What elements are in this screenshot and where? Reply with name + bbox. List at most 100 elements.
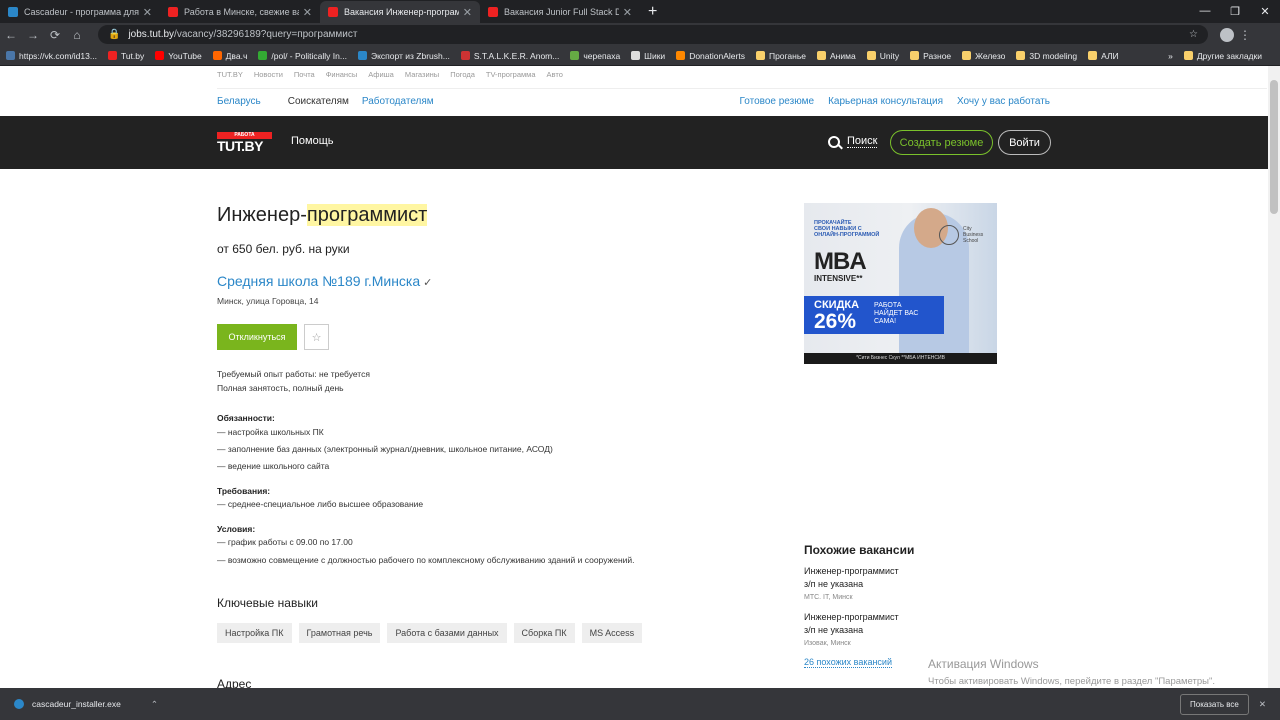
- similar-item[interactable]: Инженер-программист з/п не указана МТС. …: [804, 565, 899, 604]
- portal-nav-item[interactable]: Новости: [254, 70, 283, 79]
- similar-title[interactable]: Инженер-программист: [804, 611, 899, 624]
- scrollbar[interactable]: [1268, 66, 1280, 688]
- bookmark-item[interactable]: Разное: [910, 51, 951, 61]
- tab-close-icon[interactable]: ✕: [623, 6, 632, 19]
- show-all-button[interactable]: Показать все: [1180, 693, 1249, 715]
- verified-check-icon: ✓: [423, 277, 433, 289]
- portal-nav-item[interactable]: Авто: [547, 70, 563, 79]
- bookmark-item[interactable]: DonationAlerts: [676, 51, 745, 61]
- profile-avatar[interactable]: [1220, 27, 1234, 42]
- bookmark-item[interactable]: YouTube: [155, 51, 202, 61]
- skill-tag: Сборка ПК: [513, 623, 575, 643]
- similar-meta: МТС. IT, Минск: [804, 594, 853, 601]
- browser-tab[interactable]: Вакансия Junior Full Stack Devel ✕: [480, 1, 640, 23]
- seekers-link[interactable]: Соискателям: [288, 96, 349, 107]
- maximize-icon[interactable]: ❐: [1220, 0, 1250, 22]
- bookmark-item[interactable]: Unity: [866, 51, 899, 61]
- bookmark-item[interactable]: Экспорт из Zbrush...: [357, 51, 450, 61]
- bookmark-item[interactable]: Анима: [817, 51, 856, 61]
- home-icon[interactable]: ⌂: [66, 28, 88, 42]
- apply-button[interactable]: Откликнуться: [217, 324, 297, 350]
- portal-nav-item[interactable]: Афиша: [368, 70, 394, 79]
- portal-nav-item[interactable]: Погода: [450, 70, 475, 79]
- ad-intensive: INTENSIVE**: [814, 274, 863, 283]
- favorite-star-icon[interactable]: ☆: [304, 324, 329, 350]
- requirements-heading: Требования:: [217, 484, 270, 498]
- bookmark-item[interactable]: https://vk.com/id13...: [6, 51, 97, 61]
- ad-right-text: РАБОТА НАЙДЕТ ВАС САМА!: [874, 302, 918, 326]
- sub-nav-link[interactable]: Готовое резюме: [740, 96, 815, 107]
- sub-nav-link[interactable]: Карьерная консультация: [828, 96, 943, 107]
- menu-icon[interactable]: ⋮: [1234, 28, 1256, 42]
- similar-more-link[interactable]: 26 похожих вакансий: [804, 657, 892, 668]
- bookmark-item[interactable]: /pol/ - Politically In...: [258, 51, 347, 61]
- bookmark-item[interactable]: Два.ч: [212, 51, 247, 61]
- create-cv-button[interactable]: Создать резюме: [890, 130, 993, 155]
- bookmark-favicon-icon: [258, 51, 268, 60]
- company-link[interactable]: Средняя школа №189 г.Минска ✓: [217, 273, 432, 289]
- forward-icon[interactable]: →: [22, 28, 44, 42]
- new-tab-icon[interactable]: +: [640, 1, 665, 23]
- bookmark-item[interactable]: АЛИ: [1088, 51, 1119, 61]
- scrollbar-thumb[interactable]: [1270, 80, 1278, 214]
- tab-close-icon[interactable]: ✕: [143, 6, 152, 19]
- portal-nav-item[interactable]: TUT.BY: [217, 70, 243, 79]
- folder-icon: [962, 51, 972, 60]
- bookmark-label: черепаха: [583, 50, 621, 61]
- bookmark-item[interactable]: S.T.A.L.K.E.R. Anom...: [460, 51, 559, 61]
- portal-nav-item[interactable]: Финансы: [326, 70, 358, 79]
- search-button[interactable]: Поиск: [828, 135, 878, 148]
- close-icon[interactable]: ✕: [1259, 699, 1266, 710]
- watermark-title: Активация Windows: [928, 657, 1039, 671]
- advert-banner[interactable]: ПРОКАЧАЙТЕ СВОИ НАВЫКИ С ОНЛАЙН-ПРОГРАММ…: [804, 203, 997, 364]
- salary: от 650 бел. руб. на руки: [217, 242, 350, 256]
- portal-nav-item[interactable]: Почта: [294, 70, 315, 79]
- browser-tab[interactable]: Cascadeur - программа для phy ✕: [0, 1, 160, 23]
- bookmark-item[interactable]: Проганье: [755, 51, 806, 61]
- tab-favicon-icon: [168, 7, 178, 17]
- tab-close-icon[interactable]: ✕: [463, 6, 472, 19]
- employers-link[interactable]: Работодателям: [362, 96, 434, 107]
- similar-heading: Похожие вакансии: [804, 543, 915, 557]
- other-bookmarks[interactable]: Другие закладки: [1183, 51, 1262, 61]
- similar-title[interactable]: Инженер-программист: [804, 565, 899, 578]
- portal-nav-item[interactable]: TV-программа: [486, 70, 536, 79]
- sub-nav-right: Готовое резюме Карьерная консультация Хочу…: [740, 96, 1050, 107]
- bookmark-star-icon[interactable]: ☆: [1189, 29, 1198, 40]
- bookmark-item[interactable]: Железо: [962, 51, 1005, 61]
- browser-tab[interactable]: Работа в Минске, свежие вакан ✕: [160, 1, 320, 23]
- tab-favicon-icon: [328, 7, 338, 17]
- company-name[interactable]: Средняя школа №189 г.Минска: [217, 273, 420, 289]
- minimize-icon[interactable]: —: [1190, 0, 1220, 22]
- window-close-icon[interactable]: ✕: [1250, 0, 1280, 22]
- conditions-heading: Условия:: [217, 522, 255, 536]
- help-link[interactable]: Помощь: [291, 135, 334, 147]
- bookmark-label: Tut.by: [120, 50, 145, 61]
- chevron-up-icon[interactable]: ⌃: [151, 699, 158, 710]
- bookmarks-more-icon[interactable]: »: [1168, 51, 1173, 61]
- portal-nav-item[interactable]: Магазины: [405, 70, 439, 79]
- ad-percent: 26%: [814, 310, 857, 333]
- sub-nav-link[interactable]: Хочу у вас работать: [957, 96, 1050, 107]
- bookmark-item[interactable]: 3D modeling: [1016, 51, 1077, 61]
- similar-item[interactable]: Инженер-программист з/п не указана Изова…: [804, 611, 899, 650]
- login-button[interactable]: Войти: [998, 130, 1051, 155]
- title-part: Инженер-: [217, 204, 307, 226]
- browser-tab[interactable]: Вакансия Инженер-программист ✕: [320, 1, 480, 23]
- bookmark-item[interactable]: черепаха: [570, 51, 620, 61]
- download-filename[interactable]: cascadeur_installer.exe: [32, 699, 121, 709]
- search-label: Поиск: [847, 135, 878, 148]
- bookmark-favicon-icon: [631, 51, 641, 60]
- region-link[interactable]: Беларусь: [217, 96, 261, 107]
- bookmark-item[interactable]: Tut.by: [107, 50, 145, 61]
- site-logo[interactable]: РАБОТА TUT.BY: [217, 132, 272, 154]
- window-controls: — ❐ ✕: [1190, 0, 1280, 22]
- tab-close-icon[interactable]: ✕: [303, 6, 312, 19]
- bookmark-label: Шики: [644, 50, 666, 61]
- reload-icon[interactable]: ⟳: [44, 28, 66, 42]
- bookmark-item[interactable]: Шики: [631, 51, 665, 61]
- back-icon[interactable]: ←: [0, 28, 22, 42]
- url-input[interactable]: 🔒 jobs.tut.by /vacancy/38296189?query=пр…: [98, 25, 1208, 44]
- school-line: School: [963, 238, 979, 244]
- tab-title: Вакансия Junior Full Stack Devel: [504, 7, 619, 17]
